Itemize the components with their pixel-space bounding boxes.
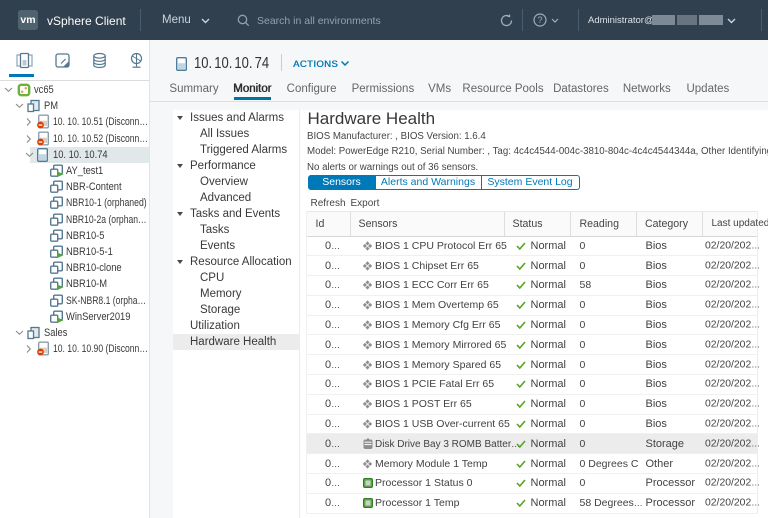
svg-text:?: ? (537, 15, 542, 25)
